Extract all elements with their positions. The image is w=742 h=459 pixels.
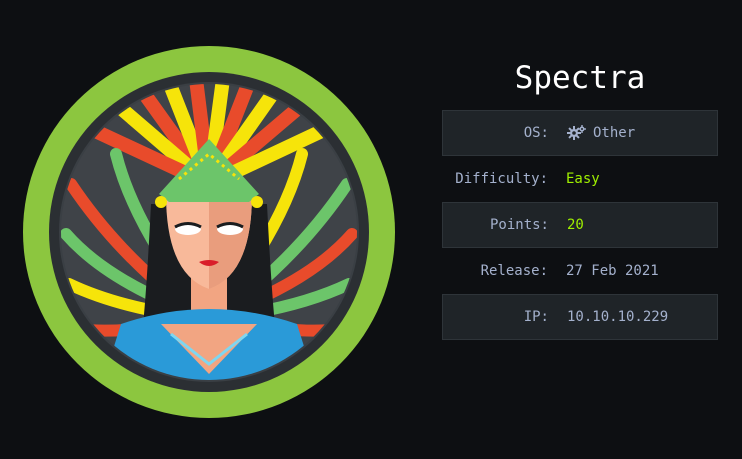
info-label-release: Release: (480, 263, 548, 279)
info-row-release: Release: 27 Feb 2021 (442, 248, 718, 294)
info-value-ip: 10.10.10.229 (567, 309, 669, 325)
gears-icon (567, 124, 587, 142)
info-value-os: Other (567, 124, 635, 142)
machine-avatar (21, 44, 397, 420)
info-label-difficulty: Difficulty: (455, 171, 548, 187)
info-label-os: OS: (523, 125, 549, 141)
machine-name: Spectra (514, 60, 646, 96)
info-value-points: 20 (567, 217, 584, 233)
os-text: Other (593, 125, 636, 141)
machine-info-table: OS: Other Difficulty: Easy Points: 20 Re… (442, 110, 718, 340)
info-row-difficulty: Difficulty: Easy (442, 156, 718, 202)
info-row-ip: IP: 10.10.10.229 (442, 294, 718, 340)
info-label-points: Points: (489, 217, 549, 233)
info-row-points: Points: 20 (442, 202, 718, 248)
info-value-difficulty: Easy (566, 171, 600, 187)
info-value-release: 27 Feb 2021 (566, 263, 659, 279)
info-label-ip: IP: (523, 309, 549, 325)
info-row-os: OS: Other (442, 110, 718, 156)
